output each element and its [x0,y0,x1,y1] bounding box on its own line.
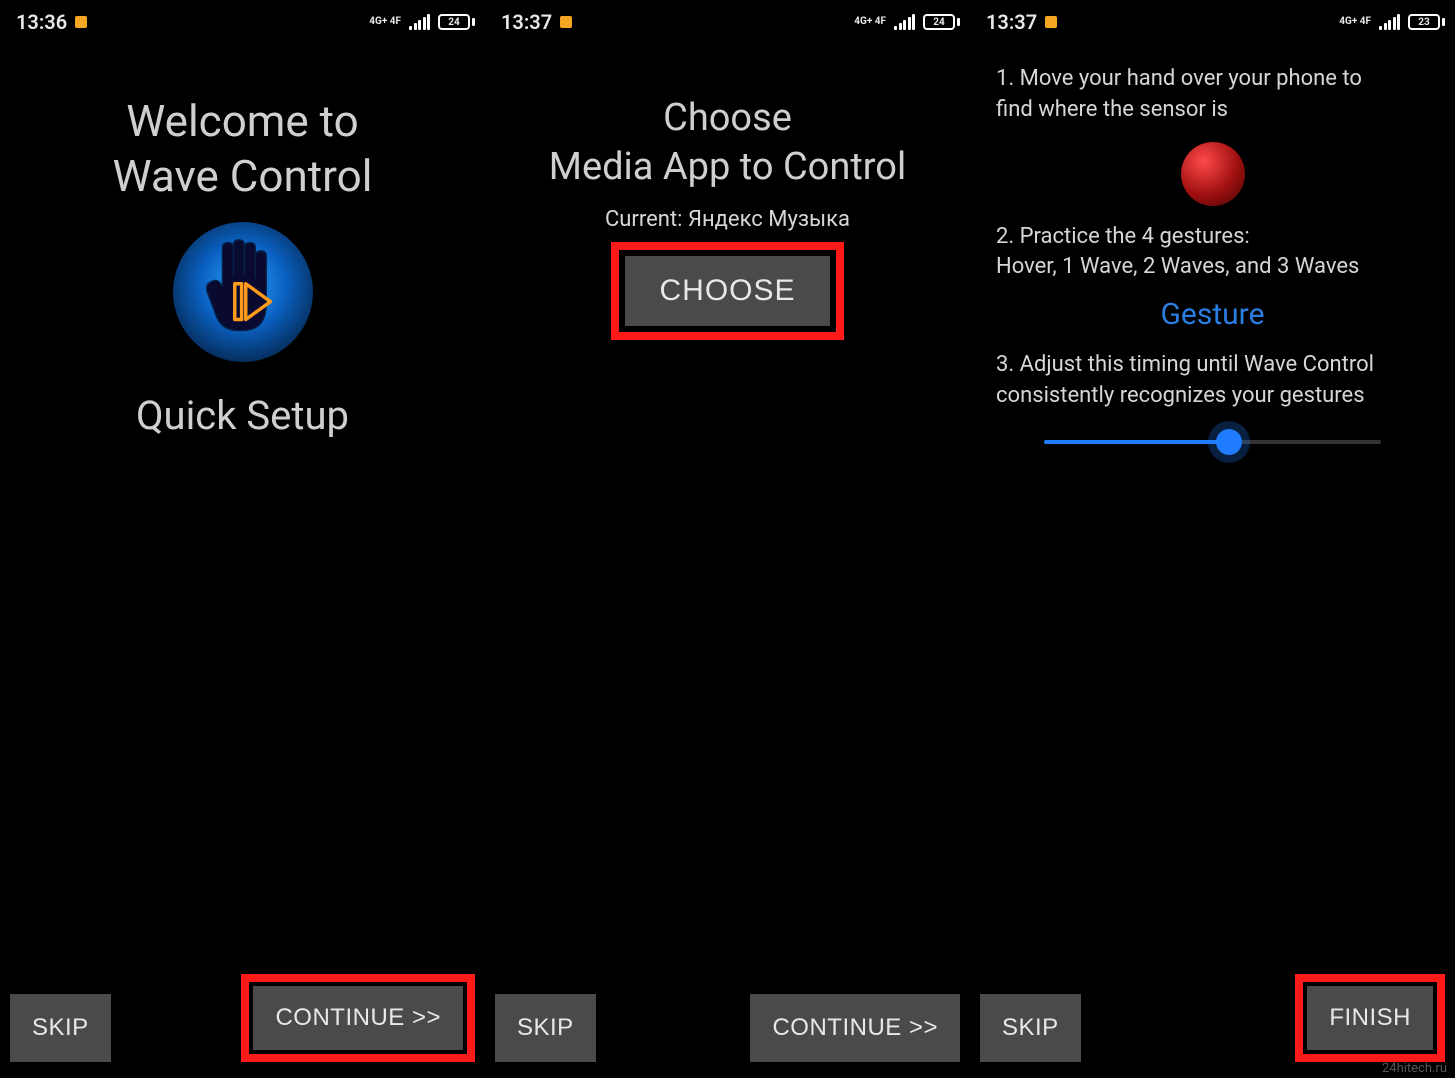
choose-title-line1: Choose [549,94,906,143]
welcome-title-line1: Welcome to [113,94,373,149]
slider-thumb-icon[interactable] [1216,429,1242,455]
notification-dot-icon [75,16,87,28]
skip-button[interactable]: SKIP [980,994,1081,1062]
slider-track-empty [1229,440,1381,444]
finish-button[interactable]: FINISH [1307,986,1433,1050]
skip-button[interactable]: SKIP [495,994,596,1062]
welcome-title-line2: Wave Control [113,149,373,204]
network-label: 4G+ 4F [369,17,401,27]
choose-button[interactable]: CHOOSE [625,256,829,326]
statusbar: 13:36 4G+ 4F 24 [0,0,485,44]
screen-choose-app: 13:37 4G+ 4F 24 Choose Media App to Cont… [485,0,970,1078]
signal-icon [1379,14,1400,30]
choose-title-line2: Media App to Control [549,143,906,192]
screen-welcome: 13:36 4G+ 4F 24 Welcome to Wave Control [0,0,485,1078]
network-label: 4G+ 4F [1339,17,1371,27]
statusbar: 13:37 4G+ 4F 24 [485,0,970,44]
current-app-name: Яндекс Музыка [688,207,850,232]
skip-button[interactable]: SKIP [10,994,111,1062]
battery-icon: 24 [438,14,475,30]
statusbar: 13:37 4G+ 4F 23 [970,0,1455,44]
battery-level: 24 [923,14,955,30]
status-time: 13:37 [501,10,552,34]
notification-dot-icon [1045,16,1057,28]
continue-button[interactable]: CONTINUE >> [750,994,960,1062]
quick-setup-label: Quick Setup [136,392,349,439]
app-logo-icon [173,222,313,362]
slider-track-filled [1044,440,1230,444]
choose-app-title: Choose Media App to Control [549,94,906,193]
welcome-title: Welcome to Wave Control [113,94,373,204]
current-prefix: Current: [605,207,688,232]
notification-dot-icon [560,16,572,28]
signal-icon [409,14,430,30]
timing-slider[interactable] [1044,440,1382,444]
status-time: 13:36 [16,10,67,34]
watermark-label: 24hitech.ru [1382,1061,1447,1076]
hand-play-icon [198,237,288,347]
gesture-label: Gesture [996,297,1429,332]
status-time: 13:37 [986,10,1037,34]
network-label: 4G+ 4F [854,17,886,27]
step3-text: 3. Adjust this timing until Wave Control… [996,350,1386,412]
battery-icon: 23 [1408,14,1445,30]
continue-button[interactable]: CONTINUE >> [253,986,463,1050]
signal-icon [894,14,915,30]
battery-level: 23 [1408,14,1440,30]
screen-calibrate: 13:37 4G+ 4F 23 1. Move your hand over y… [970,0,1455,1078]
sensor-indicator-icon [1181,142,1245,206]
continue-button-highlight: CONTINUE >> [241,974,475,1062]
battery-level: 24 [438,14,470,30]
battery-icon: 24 [923,14,960,30]
step2-line1: 2. Practice the 4 gestures: [996,222,1386,253]
current-app-label: Current: Яндекс Музыка [605,207,850,232]
choose-button-highlight: CHOOSE [611,242,843,340]
step1-text: 1. Move your hand over your phone to fin… [996,64,1386,126]
step2-line2: Hover, 1 Wave, 2 Waves, and 3 Waves [996,252,1386,283]
finish-button-highlight: FINISH [1295,974,1445,1062]
